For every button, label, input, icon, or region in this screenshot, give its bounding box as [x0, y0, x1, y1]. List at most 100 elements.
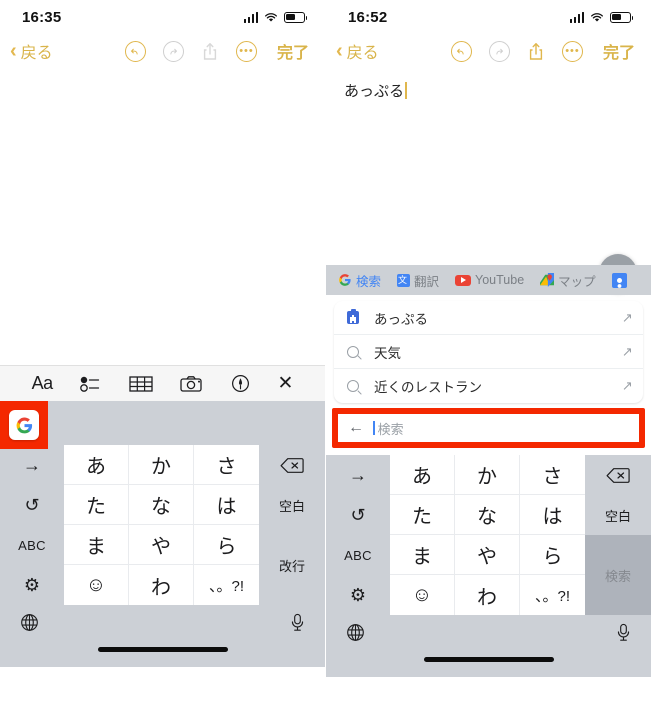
redo-icon[interactable] — [488, 40, 510, 62]
key-ya[interactable]: や — [455, 535, 520, 575]
back-button[interactable]: ‹ 戻る — [10, 39, 53, 63]
key-na[interactable]: な — [129, 485, 194, 525]
globe-icon[interactable] — [20, 613, 39, 637]
insert-arrow-icon[interactable]: ↖ — [622, 378, 633, 394]
note-text-value: あっぷる — [344, 83, 405, 100]
more-dots: ••• — [239, 44, 254, 57]
back-button[interactable]: ‹ 戻る — [336, 39, 379, 63]
insert-arrow-icon[interactable]: ↖ — [622, 344, 633, 360]
markup-icon[interactable] — [231, 374, 250, 393]
chevron-left-icon: ‹ — [336, 40, 343, 62]
tab-translate[interactable]: 翻訳 — [397, 271, 439, 290]
checklist-icon[interactable] — [79, 375, 102, 393]
undo-icon[interactable] — [124, 40, 146, 62]
status-bar: 16:52 — [326, 0, 651, 34]
key-wa[interactable]: わ — [455, 575, 520, 615]
key-a[interactable]: あ — [64, 445, 129, 485]
delete-key-icon[interactable] — [585, 455, 651, 495]
list-item[interactable]: 近くのレストラン ↖ — [334, 369, 643, 403]
key-space[interactable]: 空白 — [259, 485, 325, 525]
key-ka[interactable]: か — [455, 455, 520, 495]
text-caret — [405, 82, 407, 99]
search-input[interactable]: ← 検索 — [338, 414, 639, 442]
close-icon[interactable]: ✕ — [277, 372, 293, 395]
key-a[interactable]: あ — [390, 455, 455, 495]
right-phone-screen: 16:52 ‹ 戻る ••• 完了 あっぷる 検索 文 翻訳 YouTube マ… — [326, 0, 651, 702]
key-emoji[interactable]: ☺ — [390, 575, 455, 615]
key-enter[interactable]: 改行 — [259, 525, 325, 605]
key-punctuation[interactable]: 、。?! — [194, 565, 259, 605]
globe-icon[interactable] — [346, 623, 365, 647]
list-item[interactable]: 天気 ↖ — [334, 335, 643, 369]
more-icon[interactable]: ••• — [235, 40, 257, 62]
done-button[interactable]: 完了 — [277, 39, 309, 63]
key-punctuation[interactable]: 、。?! — [520, 575, 585, 615]
arrow-left-icon[interactable]: ← — [348, 420, 364, 436]
share-icon[interactable] — [527, 41, 545, 62]
key-emoji[interactable]: ☺ — [64, 565, 129, 605]
wifi-icon — [590, 12, 604, 23]
undo-icon[interactable] — [450, 40, 472, 62]
tab-search-label: 検索 — [356, 274, 382, 289]
key-ya[interactable]: や — [129, 525, 194, 565]
input-caret — [373, 421, 375, 435]
tab-search[interactable]: 検索 — [338, 271, 381, 290]
tab-maps[interactable]: マップ — [540, 271, 596, 290]
insert-arrow-icon[interactable]: ↖ — [622, 310, 633, 326]
camera-icon[interactable] — [180, 375, 204, 393]
key-space[interactable]: 空白 — [585, 495, 651, 535]
key-undo[interactable]: ↺ — [326, 495, 390, 535]
battery-icon — [610, 11, 634, 23]
chevron-left-icon: ‹ — [10, 40, 17, 62]
format-text-button[interactable]: Aa — [32, 373, 54, 394]
key-abc[interactable]: ABC — [0, 525, 64, 565]
key-settings[interactable]: ⚙ — [326, 575, 390, 615]
key-cursor-right[interactable]: → — [326, 455, 390, 495]
note-editor[interactable] — [0, 68, 325, 365]
google-suggest-row — [0, 401, 325, 449]
mic-icon[interactable] — [290, 613, 305, 637]
key-ma[interactable]: ま — [390, 535, 455, 575]
status-bar: 16:35 — [0, 0, 325, 34]
key-ta[interactable]: た — [64, 485, 129, 525]
share-icon[interactable] — [201, 41, 219, 62]
tab-translate-label: 翻訳 — [414, 274, 440, 289]
key-wa[interactable]: わ — [129, 565, 194, 605]
more-icon[interactable]: ••• — [561, 40, 583, 62]
key-search-enter[interactable]: 検索 — [585, 535, 651, 615]
key-settings[interactable]: ⚙ — [0, 565, 64, 605]
search-icon — [344, 345, 362, 358]
key-na[interactable]: な — [455, 495, 520, 535]
back-label: 戻る — [346, 45, 379, 62]
battery-icon — [284, 11, 308, 23]
key-undo[interactable]: ↺ — [0, 485, 64, 525]
table-icon[interactable] — [129, 375, 153, 393]
tab-profile[interactable] — [611, 272, 627, 288]
redo-icon[interactable] — [162, 40, 184, 62]
key-ma[interactable]: ま — [64, 525, 129, 565]
profile-icon — [611, 272, 627, 288]
google-g-icon[interactable] — [9, 410, 39, 440]
list-item[interactable]: あっぷる ↖ — [334, 301, 643, 335]
key-ka[interactable]: か — [129, 445, 194, 485]
key-ha[interactable]: は — [194, 485, 259, 525]
key-sa[interactable]: さ — [520, 455, 585, 495]
tab-youtube[interactable]: YouTube — [455, 273, 524, 287]
key-ra[interactable]: ら — [194, 525, 259, 565]
mic-icon[interactable] — [616, 623, 631, 647]
key-abc[interactable]: ABC — [326, 535, 390, 575]
key-ra[interactable]: ら — [520, 535, 585, 575]
key-sa[interactable]: さ — [194, 445, 259, 485]
search-placeholder: 検索 — [377, 421, 404, 437]
done-button[interactable]: 完了 — [603, 39, 635, 63]
japanese-keyboard: → あ か さ ↺ た な は 空白 ABC ま や ら 改行 ⚙ ☺ わ 、。… — [0, 445, 325, 667]
status-clock: 16:52 — [348, 8, 388, 26]
key-ta[interactable]: た — [390, 495, 455, 535]
key-ha[interactable]: は — [520, 495, 585, 535]
key-cursor-right[interactable]: → — [0, 445, 64, 485]
notes-nav-bar: ‹ 戻る ••• 完了 — [0, 34, 325, 68]
delete-key-icon[interactable] — [259, 445, 325, 485]
note-editor[interactable]: あっぷる + — [326, 68, 651, 292]
google-suggest-panel: 検索 翻訳 YouTube マップ — [326, 265, 651, 448]
status-indicators — [569, 11, 634, 23]
